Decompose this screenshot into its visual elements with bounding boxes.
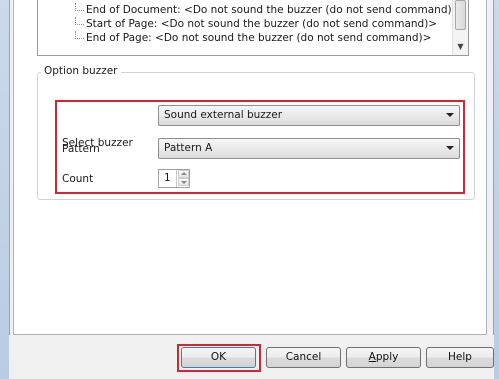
scroll-down-arrow-icon[interactable]: ▼ bbox=[453, 41, 468, 53]
event-tree-list[interactable]: End of Document: <Do not sound the buzze… bbox=[37, 0, 469, 56]
tree-connector bbox=[75, 3, 84, 11]
tree-vertical-scrollbar[interactable]: ▼ bbox=[452, 0, 468, 55]
apply-mnemonic: A bbox=[368, 351, 376, 363]
apply-label: pply bbox=[375, 351, 399, 363]
scrollbar-thumb[interactable] bbox=[455, 0, 466, 30]
apply-button[interactable]: Apply bbox=[346, 347, 421, 368]
tree-connector bbox=[75, 31, 84, 39]
highlight-annotation bbox=[55, 100, 465, 194]
cancel-button[interactable]: Cancel bbox=[266, 347, 341, 368]
help-button[interactable]: Help bbox=[426, 347, 494, 368]
tree-connector bbox=[75, 17, 84, 25]
tree-item-end-of-document[interactable]: End of Document: <Do not sound the buzze… bbox=[86, 3, 460, 17]
tree-item-end-of-page[interactable]: End of Page: <Do not sound the buzzer (d… bbox=[86, 31, 431, 45]
tree-item-start-of-page[interactable]: Start of Page: <Do not sound the buzzer … bbox=[86, 17, 437, 31]
option-buzzer-group-title: Option buzzer bbox=[41, 64, 121, 78]
ok-button[interactable]: OK bbox=[181, 347, 256, 368]
